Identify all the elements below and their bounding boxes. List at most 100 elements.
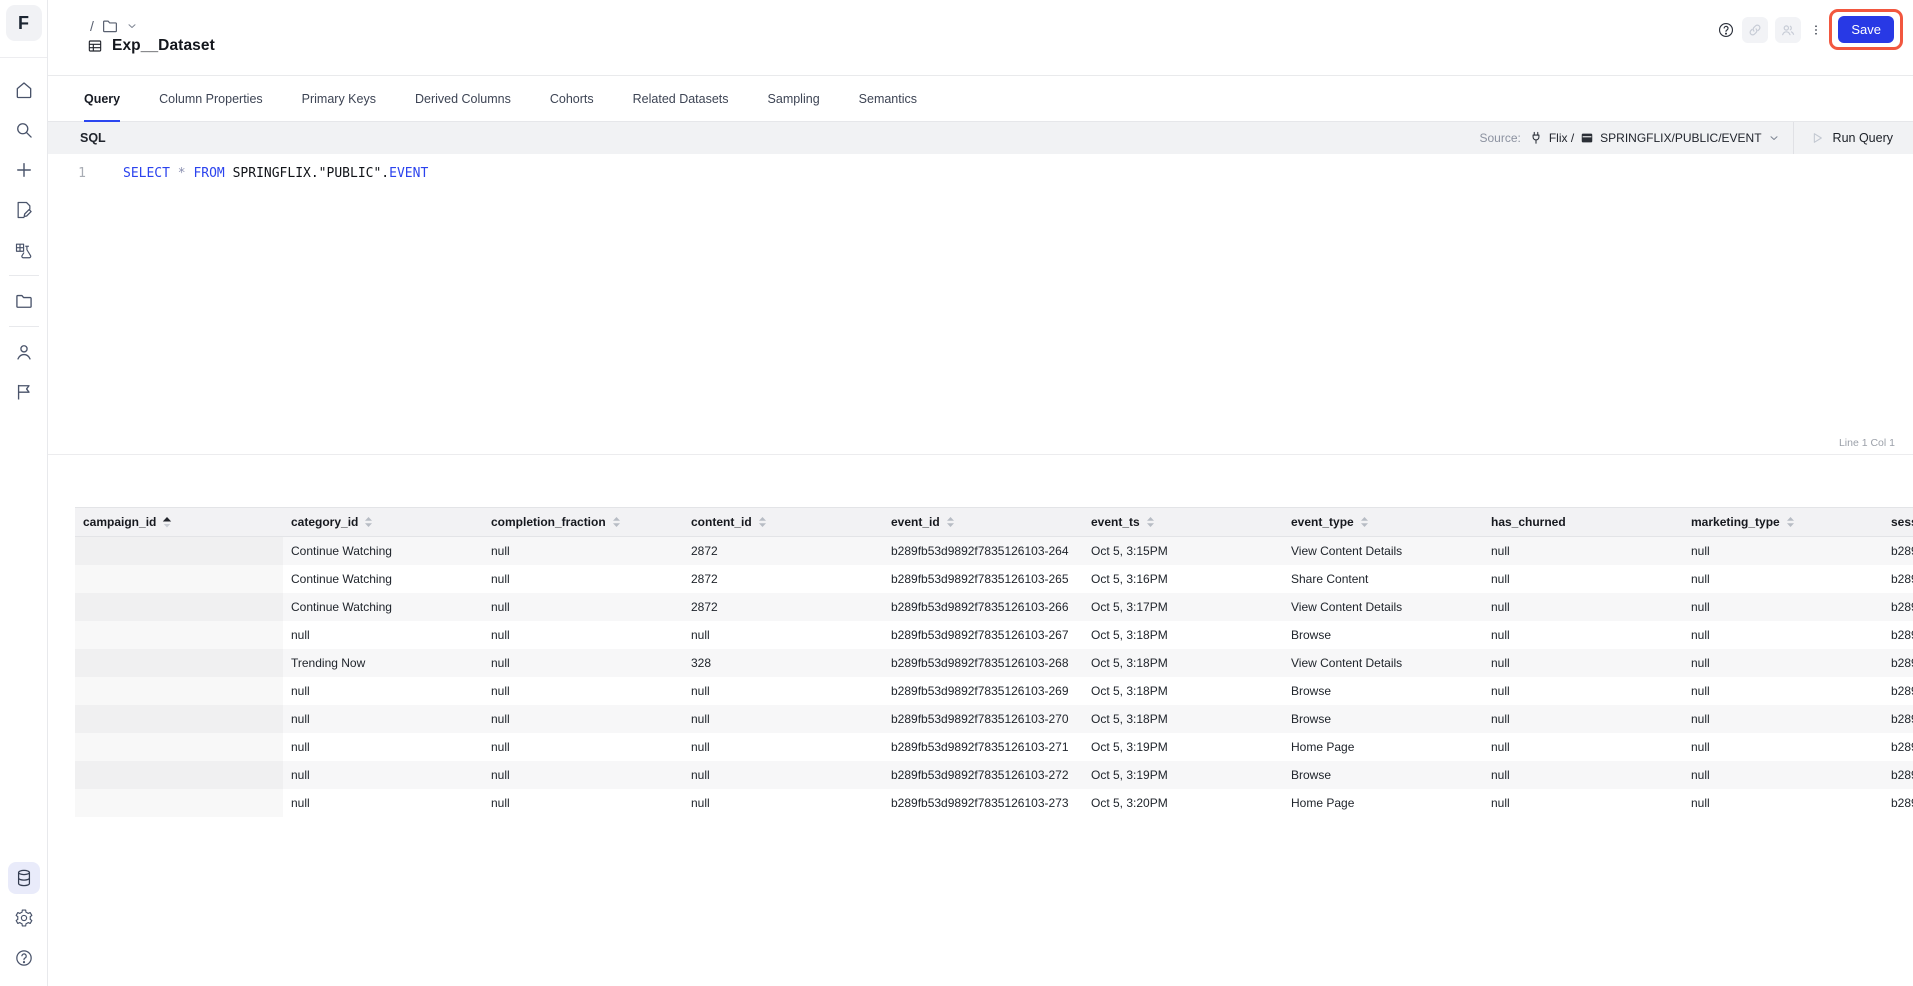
run-query-label: Run Query <box>1833 131 1893 145</box>
sidebar-item-folder[interactable] <box>0 281 47 321</box>
tab-semantics[interactable]: Semantics <box>859 76 917 121</box>
table-cell: null <box>683 733 883 761</box>
column-header-sessi[interactable]: sessi <box>1883 508 1913 536</box>
table-cell <box>75 677 283 705</box>
kebab-icon <box>1809 23 1823 37</box>
column-label: event_ts <box>1091 508 1140 536</box>
table-body: Continue Watchingnull2872b289fb53d9892f7… <box>75 537 1913 817</box>
table-cell: null <box>1483 677 1683 705</box>
share-link-button[interactable] <box>1742 17 1768 43</box>
table-cell: 328 <box>683 649 883 677</box>
table-cell: View Content Details <box>1283 593 1483 621</box>
tab-sampling[interactable]: Sampling <box>768 76 820 121</box>
table-cell: null <box>483 565 683 593</box>
source-workspace: Flix / <box>1549 131 1574 145</box>
table-cell: null <box>683 705 883 733</box>
sort-icon[interactable] <box>1786 516 1795 528</box>
table-cell: null <box>1683 537 1883 565</box>
column-label: has_churned <box>1491 508 1566 536</box>
sort-icon[interactable] <box>612 516 621 528</box>
column-header-event_ts[interactable]: event_ts <box>1083 508 1283 536</box>
folder-icon <box>14 291 34 311</box>
sidebar-item-database[interactable] <box>0 858 47 898</box>
sort-asc-icon[interactable] <box>162 516 172 528</box>
sort-icon[interactable] <box>1146 516 1155 528</box>
tab-primary-keys[interactable]: Primary Keys <box>302 76 376 121</box>
sort-icon[interactable] <box>946 516 955 528</box>
sidebar-item-gear[interactable] <box>0 898 47 938</box>
sidebar-item-help[interactable] <box>0 938 47 978</box>
column-header-category_id[interactable]: category_id <box>283 508 483 536</box>
sidebar-item-person[interactable] <box>0 332 47 372</box>
sidebar-item-search[interactable] <box>0 110 47 150</box>
column-header-event_type[interactable]: event_type <box>1283 508 1483 536</box>
column-label: campaign_id <box>83 508 156 536</box>
column-header-marketing_type[interactable]: marketing_type <box>1683 508 1883 536</box>
column-label: sessi <box>1891 508 1913 536</box>
table-row: nullnullnullb289fb53d9892f7835126103-272… <box>75 761 1913 789</box>
breadcrumb[interactable]: / <box>90 17 138 35</box>
divider <box>9 326 39 327</box>
sidebar-top-nav <box>0 58 47 412</box>
tab-related-datasets[interactable]: Related Datasets <box>633 76 729 121</box>
table-cell: null <box>683 761 883 789</box>
table-cell: null <box>683 621 883 649</box>
table-cell: null <box>683 789 883 817</box>
collaborators-button[interactable] <box>1775 17 1801 43</box>
tab-column-properties[interactable]: Column Properties <box>159 76 263 121</box>
sidebar-bottom-nav <box>0 846 47 978</box>
table-cell: b289f <box>1883 593 1913 621</box>
column-header-content_id[interactable]: content_id <box>683 508 883 536</box>
sidebar-item-flag[interactable] <box>0 372 47 412</box>
column-label: content_id <box>691 508 752 536</box>
sql-bar-right: Source: Flix / SPRINGFLIX/PUBLIC/EVENT R… <box>1479 122 1913 154</box>
table-cell: null <box>1483 621 1683 649</box>
sidebar-item-new-doc[interactable] <box>0 190 47 230</box>
table-cell: null <box>1483 705 1683 733</box>
sort-icon[interactable] <box>364 516 373 528</box>
tab-derived-columns[interactable]: Derived Columns <box>415 76 511 121</box>
table-cell: b289fb53d9892f7835126103-268 <box>883 649 1083 677</box>
sort-icon[interactable] <box>758 516 767 528</box>
table-row: nullnullnullb289fb53d9892f7835126103-269… <box>75 677 1913 705</box>
table-cell: null <box>283 705 483 733</box>
sql-editor[interactable]: 1 SELECT * FROM SPRINGFLIX."PUBLIC".EVEN… <box>48 154 1913 455</box>
more-options-button[interactable] <box>1809 23 1823 37</box>
plug-icon <box>1529 131 1543 145</box>
dataset-icon <box>87 38 103 54</box>
main-area: / Exp__Dataset Save Query Column Properti… <box>48 0 1913 817</box>
table-cell <box>75 761 283 789</box>
save-button[interactable]: Save <box>1838 16 1894 43</box>
table-header-row: campaign_id category_idcompletion_fractio… <box>75 507 1913 537</box>
help-icon[interactable] <box>1717 21 1735 39</box>
column-label: event_id <box>891 508 940 536</box>
source-selector[interactable]: Source: Flix / SPRINGFLIX/PUBLIC/EVENT <box>1479 131 1792 145</box>
table-cell: b289fb53d9892f7835126103-272 <box>883 761 1083 789</box>
sidebar-item-lab[interactable] <box>0 230 47 270</box>
column-header-campaign_id[interactable]: campaign_id <box>75 508 283 536</box>
table-cell: null <box>1683 649 1883 677</box>
page-header: / Exp__Dataset Save <box>48 0 1913 75</box>
sidebar-item-home[interactable] <box>0 70 47 110</box>
tab-query[interactable]: Query <box>84 76 120 121</box>
column-header-has_churned[interactable]: has_churned <box>1483 508 1683 536</box>
sort-icon[interactable] <box>1360 516 1369 528</box>
table-cell: View Content Details <box>1283 537 1483 565</box>
sql-code[interactable]: SELECT * FROM SPRINGFLIX."PUBLIC".EVENT <box>123 165 428 183</box>
table-cell: 2872 <box>683 537 883 565</box>
column-header-completion_fraction[interactable]: completion_fraction <box>483 508 683 536</box>
column-header-event_id[interactable]: event_id <box>883 508 1083 536</box>
app-logo[interactable]: F <box>6 5 42 41</box>
breadcrumb-root: / <box>90 18 94 34</box>
table-cell: b289f <box>1883 789 1913 817</box>
table-cell <box>75 649 283 677</box>
table-cell: null <box>1483 593 1683 621</box>
people-icon <box>1780 22 1796 38</box>
table-cell: null <box>1683 733 1883 761</box>
results-table: campaign_id category_idcompletion_fractio… <box>75 507 1913 817</box>
tab-cohorts[interactable]: Cohorts <box>550 76 594 121</box>
table-cell: Continue Watching <box>283 593 483 621</box>
run-query-button[interactable]: Run Query <box>1793 122 1913 154</box>
sidebar-item-plus[interactable] <box>0 150 47 190</box>
table-cell: Browse <box>1283 761 1483 789</box>
